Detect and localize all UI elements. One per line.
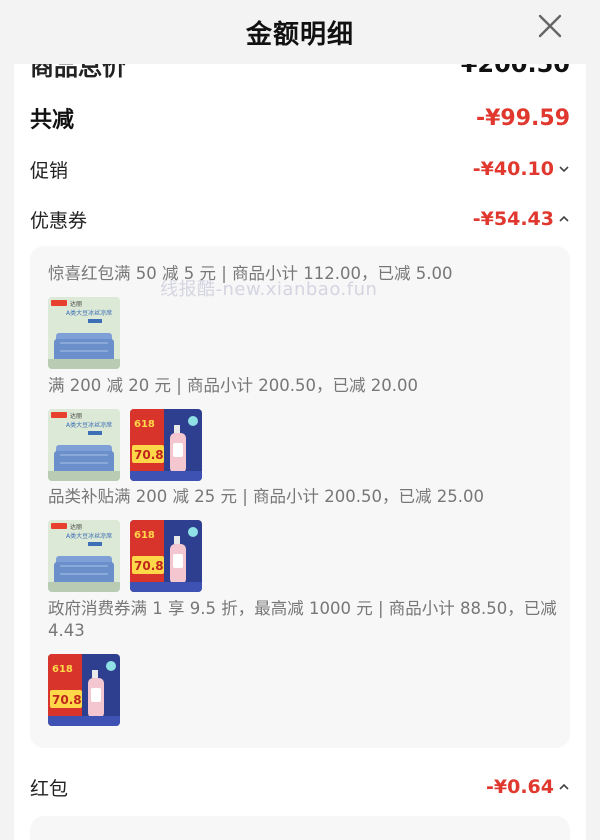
red-packet-label: 红包 <box>30 777 69 800</box>
watermark: 线报酷-new.xianbao.fun <box>160 279 378 300</box>
page-title: 金额明细 <box>245 19 354 50</box>
amount-detail-sheet: 商品总价 ¥200.50 共减 -¥99.59 促销 -¥40.10 优惠券 -… <box>14 64 586 840</box>
close-button[interactable] <box>538 14 562 38</box>
lotion-product-image: 618 70.8 <box>48 654 120 726</box>
chevron-up-icon <box>559 783 569 790</box>
coupon-detail-text: 政府消费券满 1 享 9.5 折，最高减 1000 元 | 商品小计 88.50… <box>48 599 557 640</box>
bedding-product-image: 达丽 A类大豆冰丝凉席 <box>48 297 120 369</box>
svg-text:A类大豆冰丝凉席: A类大豆冰丝凉席 <box>66 421 112 429</box>
lotion-product-image: 618 70.8 <box>130 520 202 592</box>
svg-text:618: 618 <box>134 530 155 541</box>
chevron-down-icon <box>559 166 569 173</box>
promotion-row[interactable]: 促销 -¥40.10 <box>30 152 570 186</box>
bedding-product-image: 达丽 A类大豆冰丝凉席 <box>48 409 120 481</box>
bedding-product-thumb[interactable]: 达丽 A类大豆冰丝凉席 <box>48 409 120 481</box>
total-price-label: 商品总价 <box>30 64 126 81</box>
close-icon <box>538 14 562 38</box>
total-reduce-row: 共减 -¥99.59 <box>30 98 570 138</box>
red-packet-detail-panel <box>30 816 570 840</box>
svg-text:618: 618 <box>52 664 73 675</box>
svg-text:618: 618 <box>134 419 155 430</box>
total-reduce-value: -¥99.59 <box>475 105 570 131</box>
red-packet-value-wrap: -¥0.64 <box>486 776 570 798</box>
total-reduce-label: 共减 <box>30 108 75 133</box>
red-packet-value: -¥0.64 <box>486 776 554 798</box>
header-bar: 金额明细 <box>0 0 600 64</box>
svg-text:A类大豆冰丝凉席: A类大豆冰丝凉席 <box>66 309 112 317</box>
bedding-product-thumb[interactable]: 达丽 A类大豆冰丝凉席 <box>48 520 120 592</box>
red-packet-row[interactable]: 红包 -¥0.64 <box>30 770 570 804</box>
svg-text:70.8: 70.8 <box>134 448 164 462</box>
lotion-product-thumb[interactable]: 618 70.8 <box>130 409 202 481</box>
coupon-label: 优惠券 <box>30 209 88 232</box>
bedding-product-thumb[interactable]: 达丽 A类大豆冰丝凉席 <box>48 297 120 369</box>
lotion-product-thumb[interactable]: 618 70.8 <box>130 520 202 592</box>
coupon-detail-text: 品类补贴满 200 减 25 元 | 商品小计 200.50，已减 25.00 <box>48 487 484 506</box>
svg-text:A类大豆冰丝凉席: A类大豆冰丝凉席 <box>66 532 112 540</box>
chevron-up-icon <box>559 215 569 222</box>
coupon-detail-text: 满 200 减 20 元 | 商品小计 200.50，已减 20.00 <box>48 376 418 395</box>
svg-text:达丽: 达丽 <box>70 523 82 531</box>
lotion-product-image: 618 70.8 <box>130 409 202 481</box>
svg-text:70.8: 70.8 <box>52 693 82 707</box>
bedding-product-image: 达丽 A类大豆冰丝凉席 <box>48 520 120 592</box>
lotion-product-thumb[interactable]: 618 70.8 <box>48 654 120 726</box>
svg-text:70.8: 70.8 <box>134 559 164 573</box>
svg-text:达丽: 达丽 <box>70 412 82 420</box>
promotion-value-wrap: -¥40.10 <box>473 158 570 180</box>
promotion-value: -¥40.10 <box>472 158 554 180</box>
coupon-value: -¥54.43 <box>472 208 554 230</box>
coupon-detail-panel: 惊喜红包满 50 减 5 元 | 商品小计 112.00，已减 5.00 达丽 … <box>30 246 570 748</box>
coupon-value-wrap: -¥54.43 <box>473 208 570 230</box>
coupon-row[interactable]: 优惠券 -¥54.43 <box>30 202 570 236</box>
total-price-row: 商品总价 ¥200.50 <box>30 64 570 84</box>
total-price-value: ¥200.50 <box>460 64 570 78</box>
svg-text:达丽: 达丽 <box>70 300 82 308</box>
promotion-label: 促销 <box>30 159 69 182</box>
